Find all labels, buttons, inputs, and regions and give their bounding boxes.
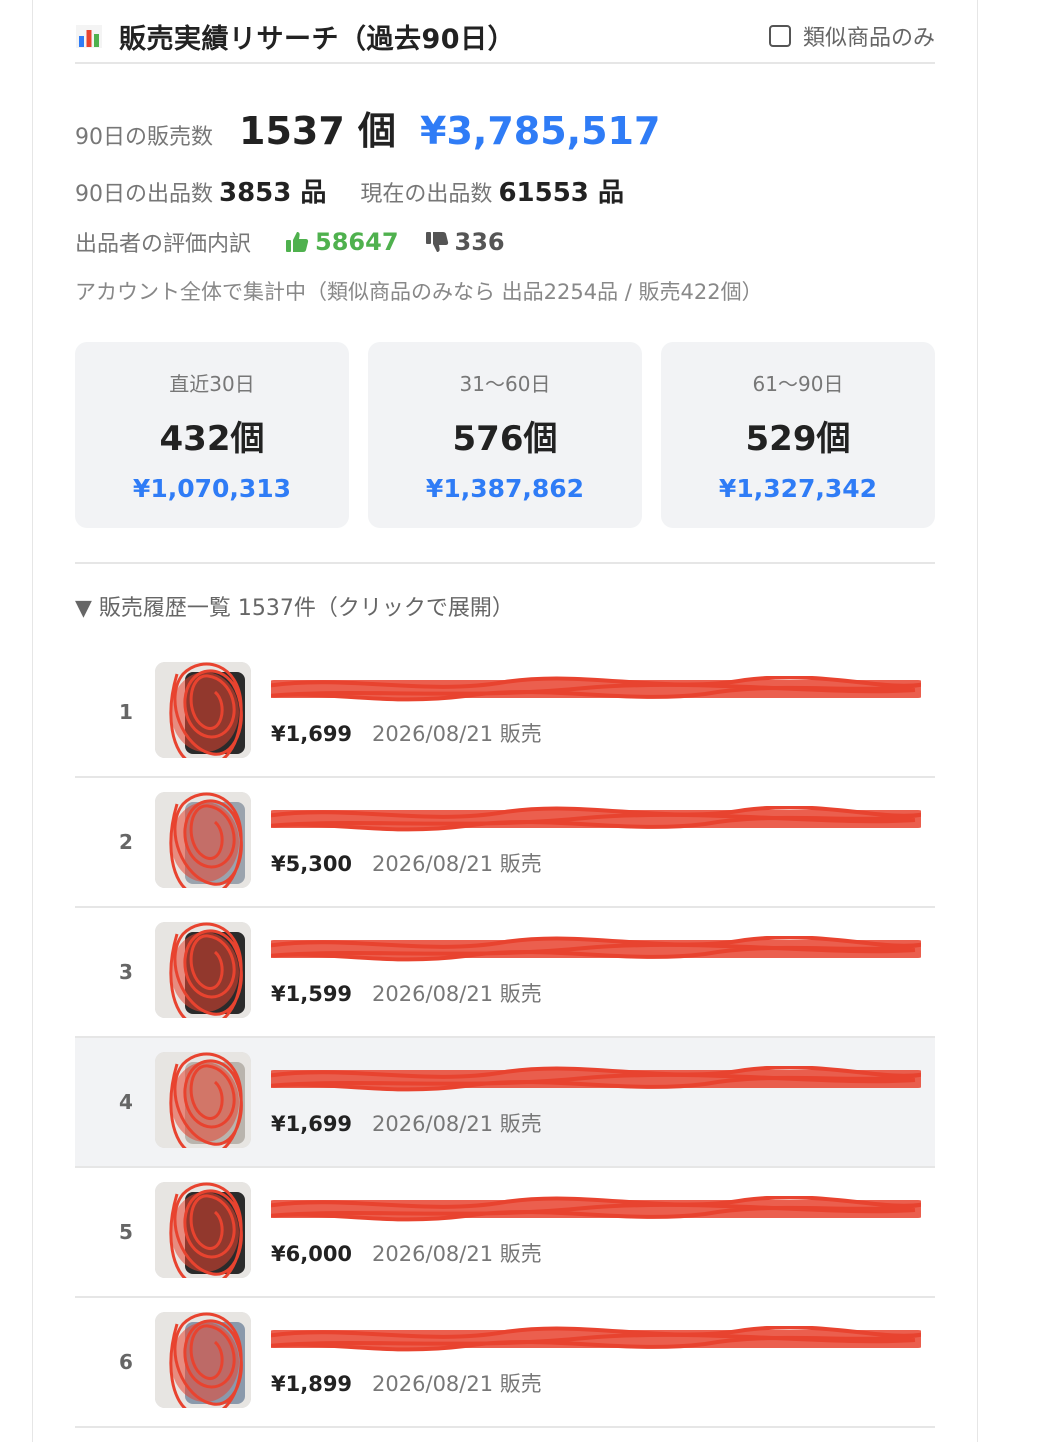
similar-only-toggle[interactable]: 類似商品のみ [768, 20, 935, 52]
item-thumbnail [155, 662, 251, 758]
rating-bad-count: 336 [454, 228, 505, 256]
item-rank: 6 [119, 1350, 133, 1374]
item-price: ¥1,599 [271, 982, 353, 1006]
sales-history-item[interactable]: 2 ¥5,300 2026/08/21 販売 [75, 778, 935, 908]
current-count: 61553 品 [498, 178, 624, 208]
item-title[interactable] [271, 806, 921, 836]
item-sold-date: 2026/08/21 販売 [372, 1242, 542, 1266]
listed-label: 90日の出品数 [75, 182, 213, 207]
sales-amount: ¥3,785,517 [420, 109, 661, 153]
item-price: ¥5,300 [271, 852, 353, 876]
rating-good-count: 58647 [315, 228, 399, 256]
listed-count: 3853 品 [219, 178, 327, 208]
item-meta: ¥1,699 2026/08/21 販売 [271, 718, 542, 748]
sales-count: 1537 個 [239, 109, 396, 153]
period-label: 61〜90日 [752, 372, 844, 396]
listing-summary-row: 90日の出品数 3853 品 現在の出品数 61553 品 [75, 172, 624, 209]
similar-only-checkbox[interactable] [768, 25, 791, 47]
redaction-scribble [271, 936, 921, 962]
item-title[interactable] [271, 1196, 921, 1226]
rating-label: 出品者の評価内訳 [75, 232, 252, 257]
page-title: 販売実績リサーチ（過去90日） [119, 23, 516, 55]
period-count: 432個 [159, 419, 265, 459]
item-thumbnail [155, 792, 251, 888]
item-meta: ¥1,899 2026/08/21 販売 [271, 1368, 542, 1398]
period-amount: ¥1,327,342 [718, 474, 878, 503]
item-sold-date: 2026/08/21 販売 [372, 982, 542, 1006]
period-amount: ¥1,387,862 [425, 474, 585, 503]
sales-summary-row: 90日の販売数 1537 個 ¥3,785,517 [75, 100, 660, 155]
period-label: 31〜60日 [459, 372, 551, 396]
period-amount: ¥1,070,313 [132, 474, 292, 503]
period-count: 576個 [452, 419, 558, 459]
current-label: 現在の出品数 [360, 182, 493, 207]
item-rank: 4 [119, 1090, 133, 1114]
panel-header: 販売実績リサーチ（過去90日） 類似商品のみ [75, 10, 935, 64]
item-price: ¥1,699 [271, 1112, 353, 1136]
sales-history-list: 1 ¥1,699 2026/08/21 販売 2 ¥5,300 2026/08/21 販売… [75, 648, 935, 1428]
item-title[interactable] [271, 1326, 921, 1356]
sales-history-item[interactable]: 1 ¥1,699 2026/08/21 販売 [75, 648, 935, 778]
period-count: 529個 [745, 419, 851, 459]
item-title[interactable] [271, 936, 921, 966]
redaction-scribble [271, 1196, 921, 1222]
period-card-30: 直近30日 432個 ¥1,070,313 [75, 342, 349, 528]
thumbs-down-icon [425, 232, 448, 252]
item-sold-date: 2026/08/21 販売 [372, 722, 542, 746]
item-price: ¥6,000 [271, 1242, 353, 1266]
redaction-scribble [271, 1326, 921, 1352]
section-divider [75, 562, 935, 564]
history-toggle[interactable]: ▼ 販売履歴一覧 1537件（クリックで展開） [75, 590, 514, 622]
item-sold-date: 2026/08/21 販売 [372, 852, 542, 876]
item-sold-date: 2026/08/21 販売 [372, 1372, 542, 1396]
rating-row: 出品者の評価内訳 58647 336 [75, 226, 505, 258]
item-thumbnail [155, 1312, 251, 1408]
sales-history-item[interactable]: 5 ¥6,000 2026/08/21 販売 [75, 1168, 935, 1298]
redaction-scribble [271, 1066, 921, 1092]
rating-bad: 336 [425, 228, 505, 256]
item-meta: ¥1,599 2026/08/21 販売 [271, 978, 542, 1008]
period-cards: 直近30日 432個 ¥1,070,313 31〜60日 576個 ¥1,387… [75, 342, 935, 528]
period-card-60: 31〜60日 576個 ¥1,387,862 [368, 342, 642, 528]
period-label: 直近30日 [169, 372, 255, 396]
similar-only-label: 類似商品のみ [802, 26, 935, 51]
item-meta: ¥6,000 2026/08/21 販売 [271, 1238, 542, 1268]
bar-chart-icon [76, 25, 102, 48]
redaction-scribble [271, 806, 921, 832]
item-title[interactable] [271, 676, 921, 706]
item-meta: ¥1,699 2026/08/21 販売 [271, 1108, 542, 1138]
item-thumbnail [155, 1182, 251, 1278]
aggregation-note: アカウント全体で集計中（類似商品のみなら 出品2254品 / 販売422個） [75, 280, 763, 304]
redaction-scribble [271, 676, 921, 702]
title-wrap: 販売実績リサーチ（過去90日） [75, 10, 515, 62]
sales-research-panel: 販売実績リサーチ（過去90日） 類似商品のみ 90日の販売数 1537 個 ¥3… [32, 0, 978, 1442]
item-rank: 2 [119, 830, 133, 854]
item-meta: ¥5,300 2026/08/21 販売 [271, 848, 542, 878]
item-price: ¥1,899 [271, 1372, 353, 1396]
item-rank: 5 [119, 1220, 133, 1244]
sales-history-item[interactable]: 4 ¥1,699 2026/08/21 販売 [75, 1038, 935, 1168]
item-price: ¥1,699 [271, 722, 353, 746]
item-rank: 3 [119, 960, 133, 984]
sales-history-item[interactable]: 3 ¥1,599 2026/08/21 販売 [75, 908, 935, 1038]
period-card-90: 61〜90日 529個 ¥1,327,342 [661, 342, 935, 528]
item-thumbnail [155, 922, 251, 1018]
sales-label: 90日の販売数 [75, 125, 213, 150]
item-title[interactable] [271, 1066, 921, 1096]
item-thumbnail [155, 1052, 251, 1148]
item-sold-date: 2026/08/21 販売 [372, 1112, 542, 1136]
item-rank: 1 [119, 700, 133, 724]
thumbs-up-icon [286, 232, 309, 252]
rating-good: 58647 [285, 228, 399, 256]
sales-history-item[interactable]: 6 ¥1,899 2026/08/21 販売 [75, 1298, 935, 1428]
